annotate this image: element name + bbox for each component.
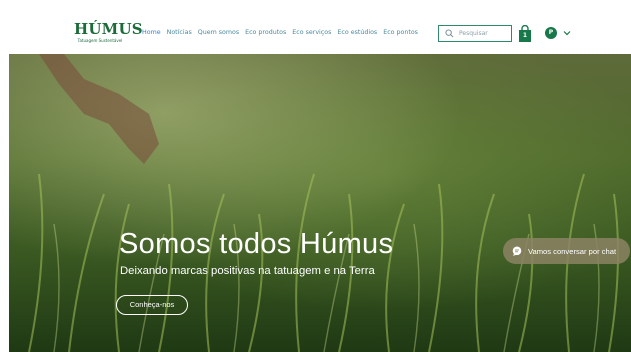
site-logo[interactable]: HÚMUS Tatuagem Sustentável bbox=[74, 20, 143, 44]
nav-item-eco-servicos[interactable]: Eco serviços bbox=[292, 29, 331, 36]
cart-button[interactable]: 1 bbox=[518, 24, 532, 42]
hero-banner bbox=[9, 54, 631, 352]
logo-tagline: Tatuagem Sustentável bbox=[77, 38, 123, 43]
hero-title: Somos todos Húmus bbox=[119, 228, 394, 260]
nav-item-eco-estudios[interactable]: Eco estúdios bbox=[337, 29, 377, 36]
nav-item-noticias[interactable]: Notícias bbox=[167, 29, 192, 36]
site-header: HÚMUS Tatuagem Sustentável Home Notícias… bbox=[0, 0, 631, 54]
logo-wordmark: HÚMUS bbox=[74, 20, 143, 38]
main-nav: Home Notícias Quem somos Eco produtos Ec… bbox=[142, 29, 418, 36]
search-placeholder: Pesquisar bbox=[459, 30, 488, 37]
nav-item-eco-pontos[interactable]: Eco pontos bbox=[383, 29, 418, 36]
chat-label: Vamos conversar por chat bbox=[528, 246, 617, 256]
nav-item-quem-somos[interactable]: Quem somos bbox=[198, 29, 239, 36]
chat-bubble-icon bbox=[512, 246, 522, 256]
grass-field-image bbox=[28, 54, 619, 352]
hero-subtitle: Deixando marcas positivas na tatuagem e … bbox=[120, 265, 375, 277]
nav-item-home[interactable]: Home bbox=[142, 29, 161, 36]
nav-item-eco-produtos[interactable]: Eco produtos bbox=[245, 29, 286, 36]
chat-button[interactable]: Vamos conversar por chat bbox=[503, 238, 630, 264]
cta-button[interactable]: Conheça-nos bbox=[116, 295, 188, 315]
user-avatar[interactable]: P bbox=[545, 27, 557, 39]
cart-count: 1 bbox=[522, 32, 528, 39]
search-icon bbox=[445, 29, 454, 38]
search-box[interactable]: Pesquisar bbox=[438, 25, 512, 42]
chevron-down-icon[interactable] bbox=[563, 30, 571, 36]
